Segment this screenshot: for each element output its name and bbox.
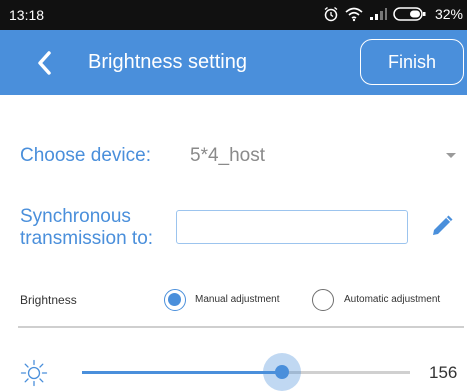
divider <box>18 326 464 328</box>
status-icons: 32% <box>323 6 463 22</box>
device-value[interactable]: 5*4_host <box>190 145 265 167</box>
wifi-icon <box>345 7 363 22</box>
dropdown-caret-icon[interactable] <box>446 153 456 158</box>
sun-icon <box>20 359 48 387</box>
pencil-icon <box>433 215 453 235</box>
brightness-slider-track[interactable] <box>82 371 410 374</box>
brightness-value: 156 <box>429 363 458 382</box>
app-header: Brightness setting Finish <box>0 30 467 95</box>
device-selector[interactable]: Choose device: 5*4_host <box>0 135 467 175</box>
brightness-slider-thumb[interactable] <box>263 353 301 391</box>
signal-icon <box>369 8 387 20</box>
finish-button[interactable]: Finish <box>360 39 464 85</box>
chevron-left-icon <box>38 51 51 75</box>
manual-adjustment-label[interactable]: Manual adjustment <box>195 294 280 305</box>
page-title: Brightness setting <box>88 51 247 73</box>
sync-target-input[interactable] <box>176 210 408 244</box>
sync-label: Synchronous transmission to: <box>20 206 153 250</box>
back-button[interactable] <box>30 48 60 78</box>
sync-label-line2: transmission to: <box>20 228 154 249</box>
manual-adjustment-radio[interactable] <box>164 289 186 311</box>
status-time: 13:18 <box>9 7 45 23</box>
device-label: Choose device: <box>20 145 151 166</box>
sync-label-line1: Synchronous <box>20 206 131 227</box>
brightness-slider-fill <box>82 371 282 374</box>
slider-knob <box>275 365 289 379</box>
automatic-adjustment-radio[interactable] <box>312 289 334 311</box>
status-bar: 13:18 32% <box>0 0 467 30</box>
battery-percent: 32% <box>434 6 463 22</box>
brightness-label: Brightness <box>20 293 77 307</box>
battery-icon <box>393 7 426 21</box>
alarm-icon <box>324 6 338 22</box>
automatic-adjustment-label[interactable]: Automatic adjustment <box>344 294 440 305</box>
edit-button[interactable] <box>428 212 456 240</box>
